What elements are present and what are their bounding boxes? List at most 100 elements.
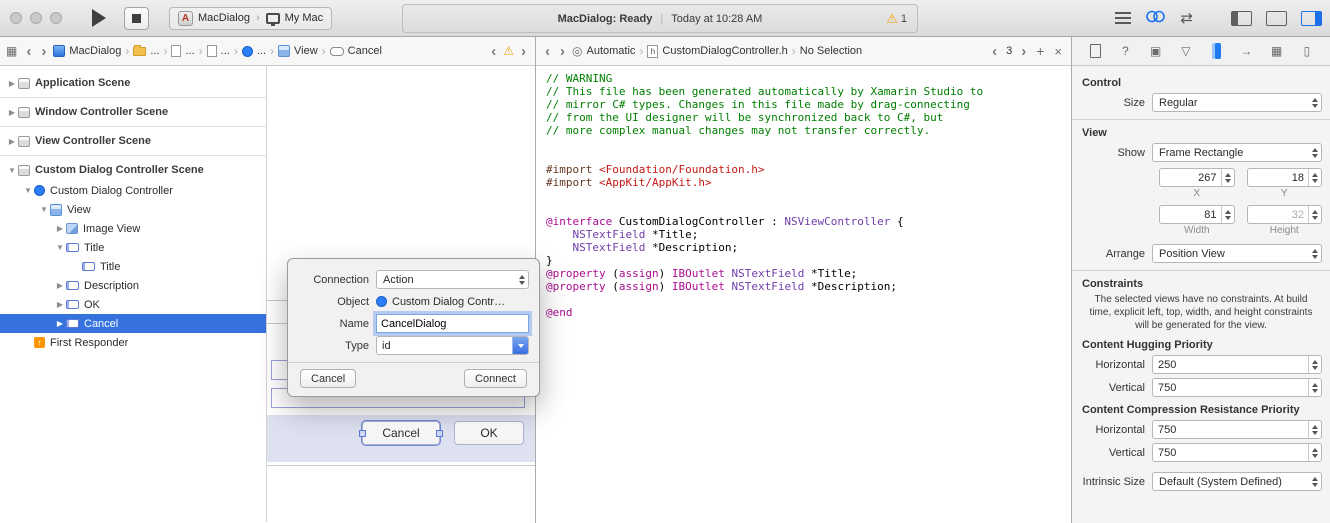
outline-row[interactable]: ▼Custom Dialog Controller Scene bbox=[0, 159, 266, 181]
stepper-icon[interactable] bbox=[1308, 206, 1321, 223]
outline-row[interactable]: Title bbox=[0, 257, 266, 276]
crumb-selection[interactable]: No Selection bbox=[800, 45, 862, 57]
disclosure-triangle-icon[interactable]: ▶ bbox=[54, 300, 66, 309]
stop-button[interactable] bbox=[124, 7, 149, 30]
disclosure-triangle-icon[interactable]: ▶ bbox=[6, 79, 18, 88]
back-button[interactable]: ‹ bbox=[23, 44, 34, 59]
stepper-icon[interactable] bbox=[1308, 444, 1321, 461]
outline-row[interactable]: ▶OK bbox=[0, 295, 266, 314]
debug-area-toggle-button[interactable] bbox=[1266, 11, 1287, 26]
height-field[interactable]: 32 bbox=[1247, 205, 1323, 224]
selection-handle-icon[interactable] bbox=[359, 430, 366, 437]
stepper-icon[interactable] bbox=[1221, 206, 1234, 223]
connection-type-dropdown[interactable]: Action bbox=[376, 270, 529, 289]
connections-inspector-tab[interactable]: → bbox=[1238, 44, 1254, 58]
disclosure-triangle-icon[interactable]: ▼ bbox=[38, 205, 50, 214]
bindings-inspector-tab[interactable]: ▦ bbox=[1269, 44, 1285, 58]
combo-arrow-icon[interactable] bbox=[512, 337, 528, 354]
inspector-toggle-button[interactable] bbox=[1301, 11, 1322, 26]
disclosure-triangle-icon[interactable]: ▼ bbox=[54, 243, 66, 252]
name-input[interactable] bbox=[376, 314, 529, 333]
scheme-selector[interactable]: A MacDialog › My Mac bbox=[169, 7, 332, 30]
disclosure-triangle-icon[interactable]: ▼ bbox=[6, 166, 18, 175]
close-window-button[interactable] bbox=[10, 12, 22, 24]
popover-connect-button[interactable]: Connect bbox=[464, 369, 527, 388]
effects-inspector-tab[interactable]: ▯ bbox=[1299, 44, 1315, 58]
issue-forward-button[interactable]: › bbox=[518, 44, 529, 59]
canvas-selected-view[interactable]: Cancel OK bbox=[267, 415, 535, 462]
crumb-folder[interactable]: ... bbox=[133, 45, 159, 57]
forward-button[interactable]: › bbox=[38, 44, 49, 59]
code-back-button[interactable]: ‹ bbox=[542, 44, 553, 59]
compression-vertical-field[interactable]: 750 bbox=[1152, 443, 1322, 462]
code-forward-button[interactable]: › bbox=[557, 44, 568, 59]
outline-row[interactable]: ▼Custom Dialog Controller bbox=[0, 181, 266, 200]
issue-warning-icon[interactable]: ⚠ bbox=[503, 44, 514, 58]
assistant-editor-button[interactable] bbox=[1145, 9, 1166, 27]
history-back-button[interactable]: ‹ bbox=[989, 44, 1000, 59]
code-line bbox=[546, 189, 1061, 202]
crumb-project[interactable]: MacDialog bbox=[53, 45, 121, 57]
outline-row[interactable]: ▶Description bbox=[0, 276, 266, 295]
canvas-cancel-button[interactable]: Cancel bbox=[362, 421, 440, 445]
history-forward-button[interactable]: › bbox=[1018, 44, 1029, 59]
crumb-scene[interactable]: ... bbox=[207, 45, 230, 57]
crumb-file[interactable]: h CustomDialogController.h bbox=[647, 45, 787, 58]
outline-row[interactable]: ▶Image View bbox=[0, 219, 266, 238]
x-field[interactable]: 267 bbox=[1159, 168, 1235, 187]
outline-row[interactable]: ▶View Controller Scene bbox=[0, 130, 266, 152]
stepper-icon[interactable] bbox=[1308, 421, 1321, 438]
intrinsic-size-dropdown[interactable]: Default (System Defined) bbox=[1152, 472, 1322, 491]
crumb-controller[interactable]: ... bbox=[242, 45, 266, 57]
related-items-icon[interactable]: ▦ bbox=[6, 44, 17, 58]
crumb-view[interactable]: View bbox=[278, 45, 318, 57]
show-dropdown[interactable]: Frame Rectangle bbox=[1152, 143, 1322, 162]
stepper-icon[interactable] bbox=[1308, 169, 1321, 186]
size-dropdown[interactable]: Regular bbox=[1152, 93, 1322, 112]
type-combobox[interactable]: id bbox=[376, 336, 529, 355]
disclosure-triangle-icon[interactable]: ▼ bbox=[22, 186, 34, 195]
outline-row[interactable]: ↑First Responder bbox=[0, 333, 266, 352]
crumb-counterpart[interactable]: ◎ Automatic bbox=[572, 44, 635, 58]
stepper-icon[interactable] bbox=[1308, 379, 1321, 396]
outline-row[interactable]: ▶Cancel bbox=[0, 314, 266, 333]
crumb-document[interactable]: ... bbox=[171, 45, 194, 57]
crumb-cancel-item[interactable]: Cancel bbox=[330, 45, 382, 57]
width-field[interactable]: 81 bbox=[1159, 205, 1235, 224]
outline-row[interactable]: ▶Window Controller Scene bbox=[0, 101, 266, 123]
issue-back-button[interactable]: ‹ bbox=[488, 44, 499, 59]
disclosure-triangle-icon[interactable]: ▶ bbox=[54, 224, 66, 233]
zoom-window-button[interactable] bbox=[50, 12, 62, 24]
selection-handle-icon[interactable] bbox=[436, 430, 443, 437]
outline-row[interactable]: ▼View bbox=[0, 200, 266, 219]
stepper-icon[interactable] bbox=[1308, 356, 1321, 373]
canvas-ok-button[interactable]: OK bbox=[454, 421, 524, 445]
disclosure-triangle-icon[interactable]: ▶ bbox=[54, 281, 66, 290]
run-button[interactable] bbox=[92, 9, 106, 27]
stepper-icon[interactable] bbox=[1221, 169, 1234, 186]
arrange-dropdown[interactable]: Position View bbox=[1152, 244, 1322, 263]
disclosure-triangle-icon[interactable]: ▶ bbox=[6, 137, 18, 146]
disclosure-triangle-icon[interactable]: ▶ bbox=[6, 108, 18, 117]
version-editor-button[interactable]: ⇄ bbox=[1180, 11, 1193, 26]
close-editor-button[interactable]: × bbox=[1051, 44, 1065, 59]
warning-badge[interactable]: ⚠ 1 bbox=[886, 5, 907, 32]
minimize-window-button[interactable] bbox=[30, 12, 42, 24]
disclosure-triangle-icon[interactable]: ▶ bbox=[54, 319, 66, 328]
hugging-vertical-field[interactable]: 750 bbox=[1152, 378, 1322, 397]
identity-inspector-tab[interactable]: ▣ bbox=[1148, 44, 1164, 58]
popover-cancel-button[interactable]: Cancel bbox=[300, 369, 356, 388]
outline-row[interactable]: ▼Title bbox=[0, 238, 266, 257]
hugging-horizontal-field[interactable]: 250 bbox=[1152, 355, 1322, 374]
add-editor-button[interactable]: + bbox=[1033, 43, 1047, 59]
file-inspector-tab[interactable] bbox=[1087, 44, 1103, 58]
attributes-inspector-tab[interactable]: ▽ bbox=[1178, 44, 1194, 58]
navigator-toggle-button[interactable] bbox=[1231, 11, 1252, 26]
outline-row[interactable]: ▶Application Scene bbox=[0, 72, 266, 94]
size-inspector-tab[interactable] bbox=[1208, 43, 1224, 59]
compression-horizontal-field[interactable]: 750 bbox=[1152, 420, 1322, 439]
standard-editor-button[interactable] bbox=[1115, 12, 1131, 25]
quick-help-tab[interactable]: ? bbox=[1117, 44, 1133, 58]
code-block[interactable]: // WARNING// This file has been generate… bbox=[536, 66, 1071, 325]
y-field[interactable]: 18 bbox=[1247, 168, 1323, 187]
